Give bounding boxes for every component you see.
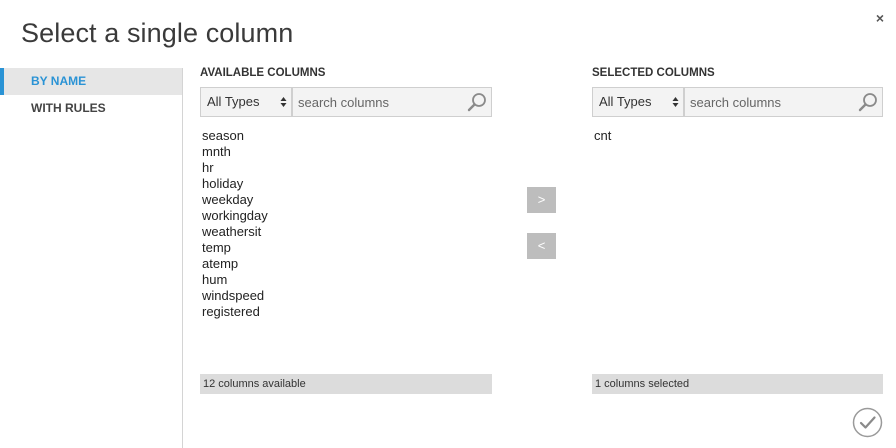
list-item[interactable]: holiday	[202, 176, 268, 192]
select-arrows-icon	[672, 97, 679, 107]
list-item[interactable]: season	[202, 128, 268, 144]
selected-status-bar: 1 columns selected	[592, 374, 883, 394]
list-item[interactable]: cnt	[594, 128, 611, 144]
list-item[interactable]: windspeed	[202, 288, 268, 304]
list-item[interactable]: mnth	[202, 144, 268, 160]
selected-search-box	[684, 87, 883, 117]
selected-column-list: cnt	[594, 128, 611, 144]
confirm-check-icon[interactable]	[852, 407, 883, 438]
search-icon[interactable]	[467, 92, 487, 112]
list-item[interactable]: temp	[202, 240, 268, 256]
available-column-list: season mnth hr holiday weekday workingda…	[202, 128, 268, 320]
available-search-input[interactable]	[293, 88, 458, 116]
list-item[interactable]: atemp	[202, 256, 268, 272]
select-arrows-icon	[280, 97, 287, 107]
sidebar-item-by-name[interactable]: BY NAME	[0, 68, 182, 95]
add-column-button[interactable]: >	[527, 187, 556, 213]
sidebar-divider	[182, 68, 183, 448]
list-item[interactable]: hr	[202, 160, 268, 176]
selected-type-select-value: All Types	[599, 94, 652, 109]
list-item[interactable]: weathersit	[202, 224, 268, 240]
available-status-bar: 12 columns available	[200, 374, 492, 394]
available-type-select[interactable]: All Types	[200, 87, 292, 117]
list-item[interactable]: registered	[202, 304, 268, 320]
dialog-title: Select a single column	[21, 18, 294, 48]
selected-search-input[interactable]	[685, 88, 850, 116]
sidebar: BY NAME WITH RULES	[0, 68, 182, 122]
close-icon[interactable]: ×	[876, 10, 884, 26]
available-type-select-value: All Types	[207, 94, 260, 109]
remove-column-button[interactable]: <	[527, 233, 556, 259]
list-item[interactable]: workingday	[202, 208, 268, 224]
available-search-box	[292, 87, 492, 117]
list-item[interactable]: weekday	[202, 192, 268, 208]
selected-columns-heading: SELECTED COLUMNS	[592, 67, 715, 79]
selected-type-select[interactable]: All Types	[592, 87, 684, 117]
sidebar-item-with-rules[interactable]: WITH RULES	[0, 95, 182, 122]
search-icon[interactable]	[858, 92, 878, 112]
list-item[interactable]: hum	[202, 272, 268, 288]
available-columns-heading: AVAILABLE COLUMNS	[200, 67, 326, 79]
